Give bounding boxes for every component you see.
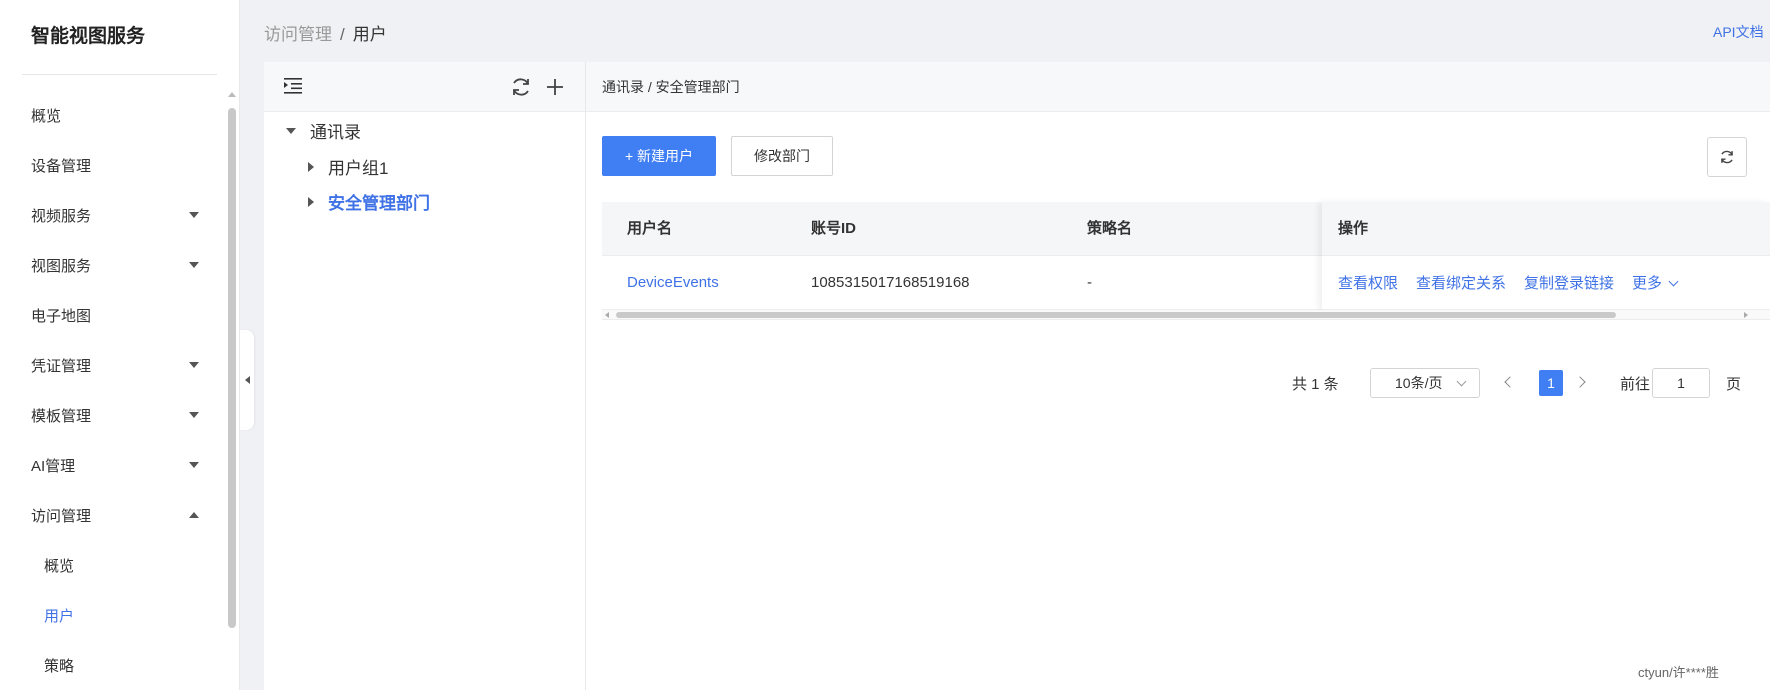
caret-down-icon (189, 212, 199, 218)
scroll-right-arrow-icon[interactable] (1744, 312, 1748, 318)
operations-column: 操作 查看权限 查看绑定关系 复制登录链接 更多 (1322, 202, 1770, 310)
tree-node-user-group[interactable]: 用户组1 (308, 154, 388, 179)
pagination: 共 1 条 10条/页 1 前往 页 (586, 368, 1770, 398)
tree-node-security-dept[interactable]: 安全管理部门 (308, 189, 430, 214)
user-watermark: ctyun/许****胜 (1638, 665, 1719, 680)
indent-menu-icon[interactable] (284, 78, 304, 94)
tree-node-root[interactable]: 通讯录 (286, 118, 361, 143)
sidebar: 智能视图服务 概览 设备管理 视频服务 视图服务 电子地图 凭证管理 模板管理 … (0, 0, 240, 690)
edit-department-button[interactable]: 修改部门 (731, 136, 833, 176)
view-permissions-link[interactable]: 查看权限 (1338, 272, 1398, 293)
sidebar-item-label: 视频服务 (31, 207, 92, 225)
refresh-button[interactable] (1707, 137, 1747, 177)
column-header-operations: 操作 (1322, 202, 1770, 256)
sidebar-item-label: 访问管理 (31, 507, 92, 525)
page-size-value: 10条/页 (1395, 375, 1443, 391)
brand-divider (22, 74, 217, 75)
prev-page-icon[interactable] (1504, 376, 1516, 388)
sidebar-item-label: AI管理 (31, 457, 76, 475)
sidebar-item-label: 概览 (44, 557, 75, 575)
scrollbar-thumb[interactable] (616, 312, 1616, 318)
operations-cell: 查看权限 查看绑定关系 复制登录链接 更多 (1322, 256, 1770, 310)
breadcrumb-separator: / (340, 25, 345, 44)
column-header-policy: 策略名 (1087, 220, 1133, 237)
scrollbar-thumb[interactable] (228, 108, 236, 628)
sidebar-subitem-users[interactable]: 用户 (0, 590, 225, 640)
sidebar-item-label: 视图服务 (31, 257, 92, 275)
more-label: 更多 (1632, 275, 1663, 292)
sidebar-item-credential-management[interactable]: 凭证管理 (0, 340, 225, 390)
caret-down-icon (189, 462, 199, 468)
sidebar-subitem-policies[interactable]: 策略 (0, 640, 225, 690)
department-tree-panel: 通讯录 用户组1 安全管理部门 (264, 62, 586, 690)
scroll-up-arrow-icon[interactable] (228, 92, 236, 97)
view-bindings-link[interactable]: 查看绑定关系 (1416, 272, 1506, 293)
refresh-icon[interactable] (510, 76, 532, 98)
sidebar-item-access-management[interactable]: 访问管理 (0, 490, 225, 540)
column-header-account-id: 账号ID (811, 220, 857, 237)
total-count: 共 1 条 (1292, 376, 1339, 393)
tree-node-label: 安全管理部门 (328, 194, 430, 213)
copy-login-link[interactable]: 复制登录链接 (1524, 272, 1614, 293)
department-path: 通讯录 / 安全管理部门 (586, 62, 1770, 112)
username-link[interactable]: DeviceEvents (627, 256, 719, 310)
tree-node-label: 用户组1 (328, 159, 389, 178)
sidebar-item-e-map[interactable]: 电子地图 (0, 290, 225, 340)
sidebar-item-ai-management[interactable]: AI管理 (0, 440, 225, 490)
caret-down-icon (189, 262, 199, 268)
breadcrumb-parent[interactable]: 访问管理 (264, 25, 332, 44)
page-suffix-label: 页 (1726, 376, 1742, 393)
sidebar-item-label: 电子地图 (31, 307, 92, 325)
new-user-button[interactable]: + 新建用户 (602, 136, 716, 176)
chevron-left-icon (244, 376, 250, 384)
breadcrumb: 访问管理 / 用户 (264, 20, 387, 45)
sidebar-item-label: 策略 (44, 657, 75, 675)
caret-down-icon (189, 412, 199, 418)
page-size-select[interactable]: 10条/页 (1370, 368, 1480, 398)
sidebar-scrollbar[interactable] (228, 92, 236, 690)
tree-node-label: 通讯录 (310, 123, 361, 142)
caret-down-icon (189, 362, 199, 368)
sidebar-item-label: 设备管理 (31, 157, 92, 175)
chevron-down-icon (1456, 376, 1467, 387)
caret-right-icon[interactable] (308, 161, 314, 172)
scroll-left-arrow-icon[interactable] (605, 312, 609, 318)
sidebar-item-label: 用户 (44, 607, 75, 625)
caret-right-icon[interactable] (308, 196, 314, 207)
next-page-icon[interactable] (1574, 376, 1586, 388)
sidebar-item-label: 模板管理 (31, 407, 92, 425)
users-table: 用户名 账号ID 策略名 DeviceEvents 10853150171685… (602, 202, 1770, 310)
sidebar-subitem-access-overview[interactable]: 概览 (0, 540, 225, 590)
page-number-current[interactable]: 1 (1539, 370, 1563, 396)
sidebar-menu: 概览 设备管理 视频服务 视图服务 电子地图 凭证管理 模板管理 AI管理 访问… (0, 90, 225, 690)
sidebar-item-label: 概览 (31, 107, 62, 125)
caret-up-icon (189, 512, 199, 518)
api-doc-link[interactable]: API文档 (1713, 22, 1764, 42)
chevron-down-icon (1668, 276, 1679, 287)
more-dropdown[interactable]: 更多 (1632, 272, 1679, 293)
sidebar-item-label: 凭证管理 (31, 357, 92, 375)
tree-toolbar (264, 62, 585, 112)
caret-down-icon[interactable] (286, 127, 296, 134)
sidebar-item-template-management[interactable]: 模板管理 (0, 390, 225, 440)
column-header-username: 用户名 (627, 220, 673, 237)
refresh-icon (1721, 150, 1733, 164)
goto-label: 前往 (1620, 376, 1651, 393)
sidebar-item-device-management[interactable]: 设备管理 (0, 140, 225, 190)
user-list-panel: 通讯录 / 安全管理部门 + 新建用户 修改部门 用户名 账号ID 策略名 De… (586, 62, 1770, 690)
app-brand: 智能视图服务 (31, 26, 146, 47)
breadcrumb-current: 用户 (352, 25, 387, 44)
table-horizontal-scrollbar[interactable] (602, 310, 1770, 320)
sidebar-item-overview[interactable]: 概览 (0, 90, 225, 140)
goto-page-input[interactable] (1652, 368, 1710, 398)
sidebar-item-view-service[interactable]: 视图服务 (0, 240, 225, 290)
account-id-cell: 1085315017168519168 (811, 274, 970, 291)
plus-icon[interactable] (544, 76, 566, 98)
sidebar-item-video-service[interactable]: 视频服务 (0, 190, 225, 240)
sidebar-collapse-handle[interactable] (240, 330, 254, 430)
policy-cell: - (1087, 274, 1092, 291)
